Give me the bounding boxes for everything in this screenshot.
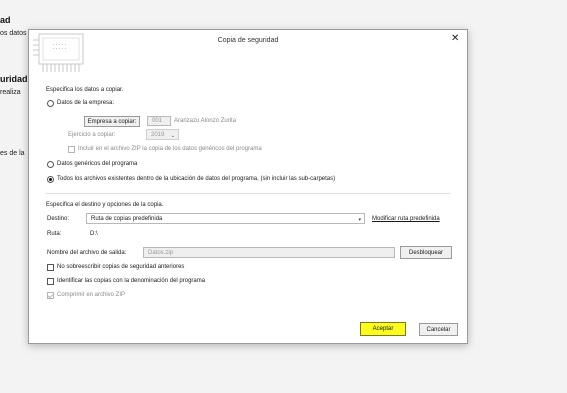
- background-text: os datos: [0, 30, 27, 37]
- destination-select[interactable]: Ruta de copias predefinida ▾: [86, 213, 365, 224]
- company-code-field: 001: [147, 116, 171, 126]
- exercise-value: 2019: [151, 132, 165, 138]
- exercise-label: Ejercicio a copiar:: [68, 132, 116, 138]
- dialog-title: Copia de seguridad: [217, 37, 279, 44]
- section-title-destination: Especifica el destino y opciones de la c…: [46, 202, 164, 208]
- radio-company-data[interactable]: [47, 100, 54, 107]
- path-label: Ruta:: [47, 231, 62, 237]
- close-icon[interactable]: ✕: [451, 33, 459, 44]
- identify-copies-label: Identificar las copias con la denominaci…: [57, 278, 206, 284]
- radio-all-files-label: Todos los archivos existentes dentro de …: [57, 176, 336, 182]
- include-zip-checkbox[interactable]: [68, 146, 75, 153]
- compress-zip-checkbox[interactable]: [47, 292, 54, 299]
- exercise-select[interactable]: 2019 ⌄: [146, 129, 179, 140]
- section-title-data: Especifica los datos a copiar.: [46, 87, 124, 93]
- identify-copies-checkbox[interactable]: [47, 278, 54, 285]
- company-select-button[interactable]: Empresa a copiar:: [84, 116, 140, 127]
- include-zip-label: Incluir en el archivo ZIP la copia de lo…: [78, 146, 262, 152]
- compress-zip-label: Comprimir en archivo ZIP: [57, 292, 126, 298]
- output-name-field[interactable]: Datos.zip: [143, 247, 395, 258]
- destination-value: Ruta de copias predefinida: [91, 216, 163, 222]
- cancel-button[interactable]: Cancelar: [419, 323, 458, 336]
- no-overwrite-label: No sobreescribir copias de seguridad ant…: [57, 264, 185, 270]
- destination-label: Destino:: [47, 216, 70, 222]
- chevron-down-icon: ⌄: [170, 133, 175, 139]
- chevron-down-icon: ▾: [358, 217, 361, 223]
- radio-generic-data[interactable]: [47, 161, 54, 168]
- modify-path-link[interactable]: Modificar ruta predefinida: [372, 216, 440, 222]
- path-value: D:\: [90, 231, 98, 237]
- no-overwrite-checkbox[interactable]: [47, 264, 54, 271]
- background-heading: ad: [0, 15, 11, 25]
- radio-company-label: Datos de la empresa:: [57, 100, 115, 106]
- radio-generic-label: Datos genéricos del programa: [57, 161, 138, 167]
- radio-all-files[interactable]: [47, 176, 54, 183]
- unlock-button[interactable]: Desbloquear: [400, 246, 452, 259]
- accept-button[interactable]: Aceptar: [360, 322, 406, 336]
- background-text: realiza: [0, 89, 21, 96]
- backup-dialog: Copia de seguridad ✕ Especifica los dato…: [28, 29, 468, 344]
- background-text: es de la: [0, 150, 25, 157]
- company-name-text: Aranzazu Alonzo Zurita: [174, 118, 237, 124]
- output-name-label: Nombre del archivo de salida:: [47, 250, 127, 256]
- section-divider: [46, 193, 450, 194]
- background-heading: uridad: [0, 74, 28, 84]
